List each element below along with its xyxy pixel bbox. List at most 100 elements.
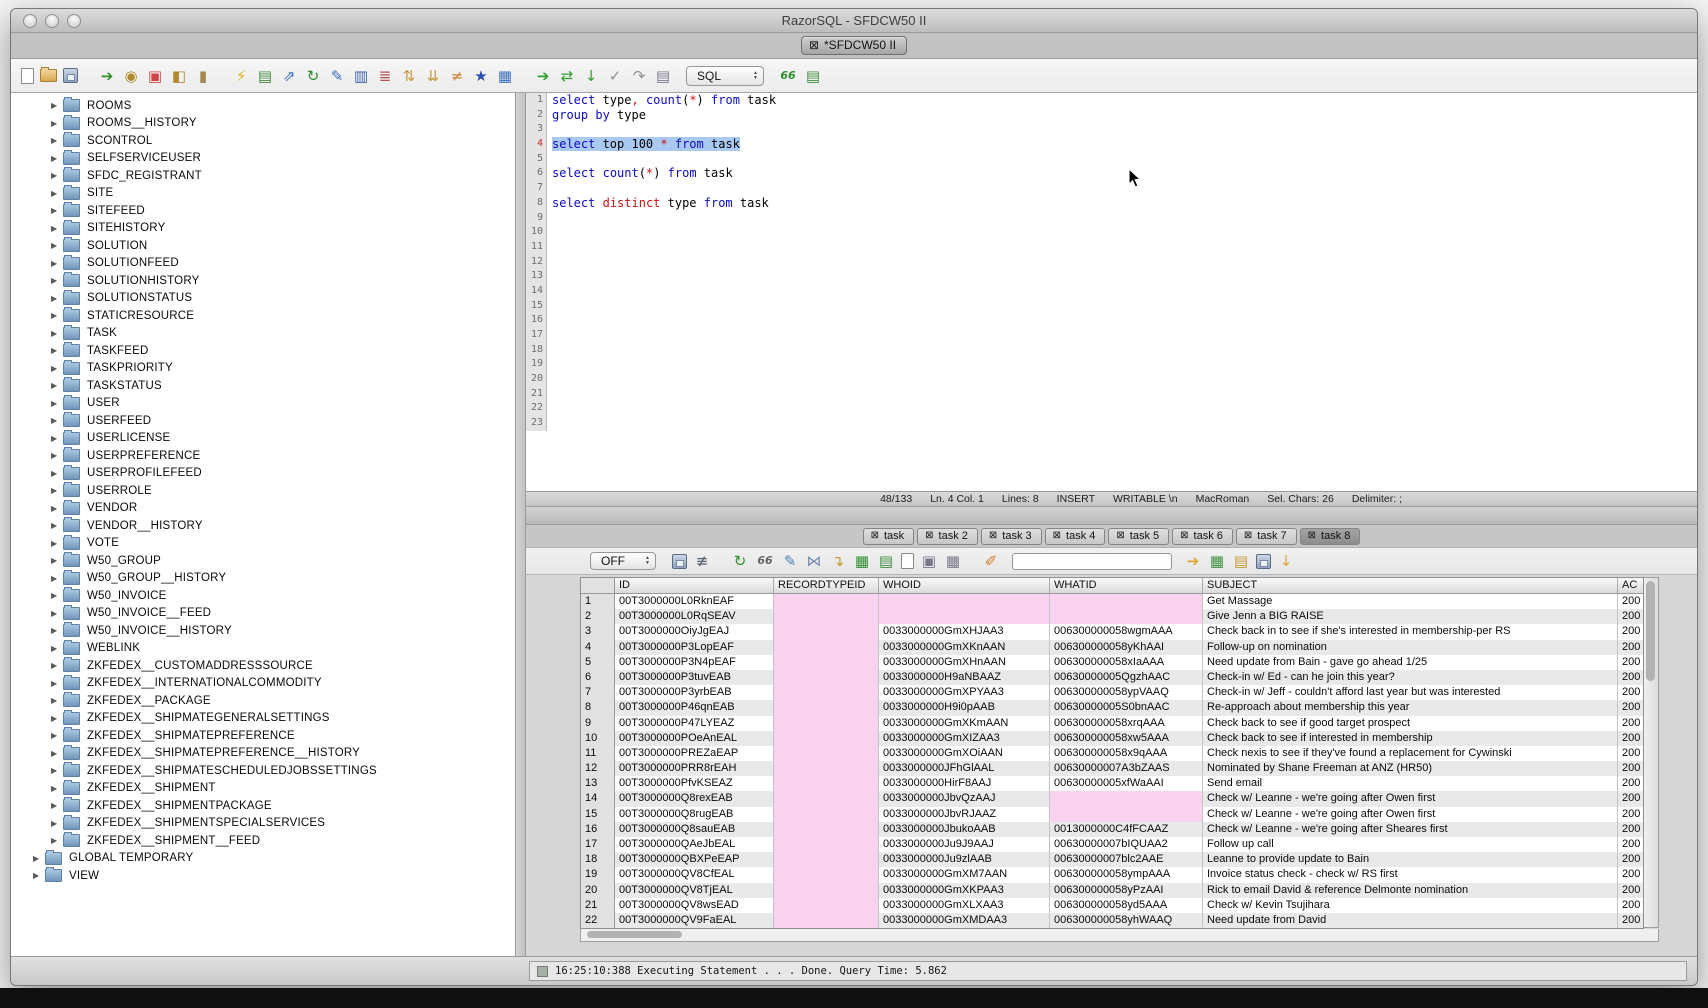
tree-item-solution[interactable]: ▶SOLUTION — [11, 237, 515, 255]
tree-item-scontrol[interactable]: ▶SCONTROL — [11, 132, 515, 150]
column-header-whatid[interactable]: WHATID — [1050, 578, 1203, 593]
sql-mode-select[interactable]: SQL ▲▼ — [686, 66, 764, 86]
disclosure-triangle-icon[interactable]: ▶ — [51, 504, 63, 513]
tree-item-weblink[interactable]: ▶WEBLINK — [11, 640, 515, 658]
title-bar[interactable]: RazorSQL - SFDCW50 II — [11, 9, 1697, 33]
edit-doc-icon[interactable]: ✎ — [328, 67, 346, 85]
sync-arrows-icon[interactable]: ⇄ — [558, 67, 576, 85]
result-tab-task-4[interactable]: ⊠task 4 — [1045, 528, 1106, 545]
disclosure-triangle-icon[interactable]: ▶ — [51, 434, 63, 443]
highlighter-icon[interactable]: ✐ — [982, 552, 1000, 570]
close-result-tab-icon[interactable]: ⊠ — [989, 531, 997, 541]
disclosure-triangle-icon[interactable]: ▶ — [51, 696, 63, 705]
sort-asc-icon[interactable]: ⇅ — [400, 67, 418, 85]
table-row[interactable]: 200T3000000L0RqSEAVGive Jenn a BIG RAISE… — [581, 609, 1643, 624]
tree-item-solutionfeed[interactable]: ▶SOLUTIONFEED — [11, 255, 515, 273]
table-row[interactable]: 1800T3000000QBXPeEAP0033000000Ju9zlAAB00… — [581, 852, 1643, 867]
auto-commit-select[interactable]: OFF ▲▼ — [590, 552, 656, 570]
disclosure-triangle-icon[interactable]: ▶ — [51, 521, 63, 530]
table-row[interactable]: 100T3000000L0RknEAFGet Massage200 — [581, 594, 1643, 609]
column-header-id[interactable]: ID — [615, 578, 774, 593]
tree-item-view[interactable]: ▶VIEW — [11, 867, 515, 885]
result-tab-task-6[interactable]: ⊠task 6 — [1172, 528, 1233, 545]
column-header-ac[interactable]: AC — [1618, 578, 1643, 593]
result-tab-task-5[interactable]: ⊠task 5 — [1108, 528, 1169, 545]
disclosure-triangle-icon[interactable]: ▶ — [51, 241, 63, 250]
disclosure-triangle-icon[interactable]: ▶ — [51, 101, 63, 110]
favorites-star-icon[interactable]: ★ — [472, 67, 490, 85]
page-view-icon[interactable] — [901, 553, 914, 569]
tree-item-zkfedex-shipmatepreference-history[interactable]: ▶ZKFEDEX__SHIPMATEPREFERENCE__HISTORY — [11, 745, 515, 763]
tree-item-vote[interactable]: ▶VOTE — [11, 535, 515, 553]
tree-item-solutionhistory[interactable]: ▶SOLUTIONHISTORY — [11, 272, 515, 290]
result-tab-task-7[interactable]: ⊠task 7 — [1236, 528, 1297, 545]
table-row[interactable]: 2200T3000000QV9FaEAL0033000000GmXMDAA300… — [581, 913, 1643, 928]
disclosure-triangle-icon[interactable]: ▶ — [51, 381, 63, 390]
tree-item-zkfedex-customaddresssource[interactable]: ▶ZKFEDEX__CUSTOMADDRESSSOURCE — [11, 657, 515, 675]
tree-item-userrole[interactable]: ▶USERROLE — [11, 482, 515, 500]
notes-icon[interactable]: ▤ — [1232, 552, 1250, 570]
copy-rows-icon[interactable]: ▣ — [920, 552, 938, 570]
book-icon[interactable]: ▥ — [352, 67, 370, 85]
horizontal-scrollbar-thumb[interactable] — [587, 931, 682, 938]
vertical-splitter[interactable] — [516, 93, 526, 956]
disclosure-triangle-icon[interactable]: ▶ — [51, 416, 63, 425]
table-transfer-icon[interactable]: ▦ — [496, 67, 514, 85]
log-doc-icon[interactable]: ▤ — [654, 67, 672, 85]
table-row[interactable]: 2100T3000000QV8wsEAD0033000000GmXLXAA300… — [581, 898, 1643, 913]
database-tree-panel[interactable]: ▶ROOMS▶ROOMS__HISTORY▶SCONTROL▶SELFSERVI… — [11, 93, 516, 956]
table-row[interactable]: 400T3000000P3LopEAF0033000000GmXKnAAN006… — [581, 640, 1643, 655]
table-row[interactable]: 300T3000000OiyJgEAJ0033000000GmXHJAA3006… — [581, 624, 1643, 639]
close-window-icon[interactable] — [23, 14, 37, 28]
edit-table-icon[interactable]: ▦ — [1208, 552, 1226, 570]
sort-desc-icon[interactable]: ⇊ — [424, 67, 442, 85]
vertical-scrollbar[interactable] — [1644, 577, 1659, 928]
disclosure-triangle-icon[interactable]: ▶ — [51, 591, 63, 600]
view-glasses-icon[interactable]: 66 — [755, 552, 775, 570]
table-row[interactable]: 1100T3000000PREZaEAP0033000000GmXOiAAN00… — [581, 746, 1643, 761]
tree-item-zkfedex-internationalcommodity[interactable]: ▶ZKFEDEX__INTERNATIONALCOMMODITY — [11, 675, 515, 693]
disclosure-triangle-icon[interactable]: ▶ — [51, 154, 63, 163]
copy-table-icon[interactable]: ▦ — [944, 552, 962, 570]
disclosure-triangle-icon[interactable]: ▶ — [51, 486, 63, 495]
tree-item-taskfeed[interactable]: ▶TASKFEED — [11, 342, 515, 360]
close-result-tab-icon[interactable]: ⊠ — [1308, 531, 1316, 541]
close-result-tab-icon[interactable]: ⊠ — [1053, 531, 1061, 541]
results-grid[interactable]: IDRECORDTYPEIDWHOIDWHATIDSUBJECTAC 100T3… — [580, 577, 1644, 929]
reload-table-icon[interactable]: ▦ — [853, 552, 871, 570]
disclosure-triangle-icon[interactable]: ▶ — [51, 329, 63, 338]
db-new-connection-icon[interactable]: ◧ — [170, 67, 188, 85]
disclosure-triangle-icon[interactable]: ▶ — [51, 364, 63, 373]
tree-item-taskpriority[interactable]: ▶TASKPRIORITY — [11, 360, 515, 378]
tree-item-global-temporary[interactable]: ▶GLOBAL TEMPORARY — [11, 850, 515, 868]
disclosure-triangle-icon[interactable]: ▶ — [51, 136, 63, 145]
disclosure-triangle-icon[interactable]: ▶ — [51, 469, 63, 478]
tree-item-staticresource[interactable]: ▶STATICRESOURCE — [11, 307, 515, 325]
column-header-whoid[interactable]: WHOID — [879, 578, 1050, 593]
open-folder-icon[interactable] — [40, 69, 57, 82]
results-list-icon[interactable]: ▤ — [804, 67, 822, 85]
table-row[interactable]: 1200T3000000PRR8rEAH0033000000JFhGlAAL00… — [581, 761, 1643, 776]
disclosure-triangle-icon[interactable]: ▶ — [51, 801, 63, 810]
minimize-window-icon[interactable] — [45, 14, 59, 28]
new-file-icon[interactable] — [21, 68, 34, 84]
disclosure-triangle-icon[interactable]: ▶ — [51, 539, 63, 548]
table-row[interactable]: 500T3000000P3N4pEAF0033000000GmXHnAAN006… — [581, 655, 1643, 670]
close-result-tab-icon[interactable]: ⊠ — [1116, 531, 1124, 541]
zoom-window-icon[interactable] — [67, 14, 81, 28]
result-tab-task-8[interactable]: ⊠task 8 — [1300, 528, 1361, 545]
close-result-tab-icon[interactable]: ⊠ — [871, 531, 879, 541]
disclosure-triangle-icon[interactable]: ▶ — [51, 276, 63, 285]
disclosure-triangle-icon[interactable]: ▶ — [51, 836, 63, 845]
join-view-icon[interactable]: ⋈ — [805, 552, 823, 570]
download-icon[interactable]: ↓ — [1277, 552, 1295, 570]
table-row[interactable]: 1700T3000000QAeJbEAL0033000000Ju9J9AAJ00… — [581, 837, 1643, 852]
tree-item-zkfedex-shipment[interactable]: ▶ZKFEDEX__SHIPMENT — [11, 780, 515, 798]
disclosure-triangle-icon[interactable]: ▶ — [51, 574, 63, 583]
tree-item-solutionstatus[interactable]: ▶SOLUTIONSTATUS — [11, 290, 515, 308]
tree-item-zkfedex-shipmentpackage[interactable]: ▶ZKFEDEX__SHIPMENTPACKAGE — [11, 797, 515, 815]
table-row[interactable]: 1900T3000000QV8CfEAL0033000000GmXM7AAN00… — [581, 867, 1643, 882]
tree-item-zkfedex-shipmatescheduledjobssettings[interactable]: ▶ZKFEDEX__SHIPMATESCHEDULEDJOBSSETTINGS — [11, 762, 515, 780]
tree-item-taskstatus[interactable]: ▶TASKSTATUS — [11, 377, 515, 395]
db-commit-icon[interactable]: ◉ — [122, 67, 140, 85]
